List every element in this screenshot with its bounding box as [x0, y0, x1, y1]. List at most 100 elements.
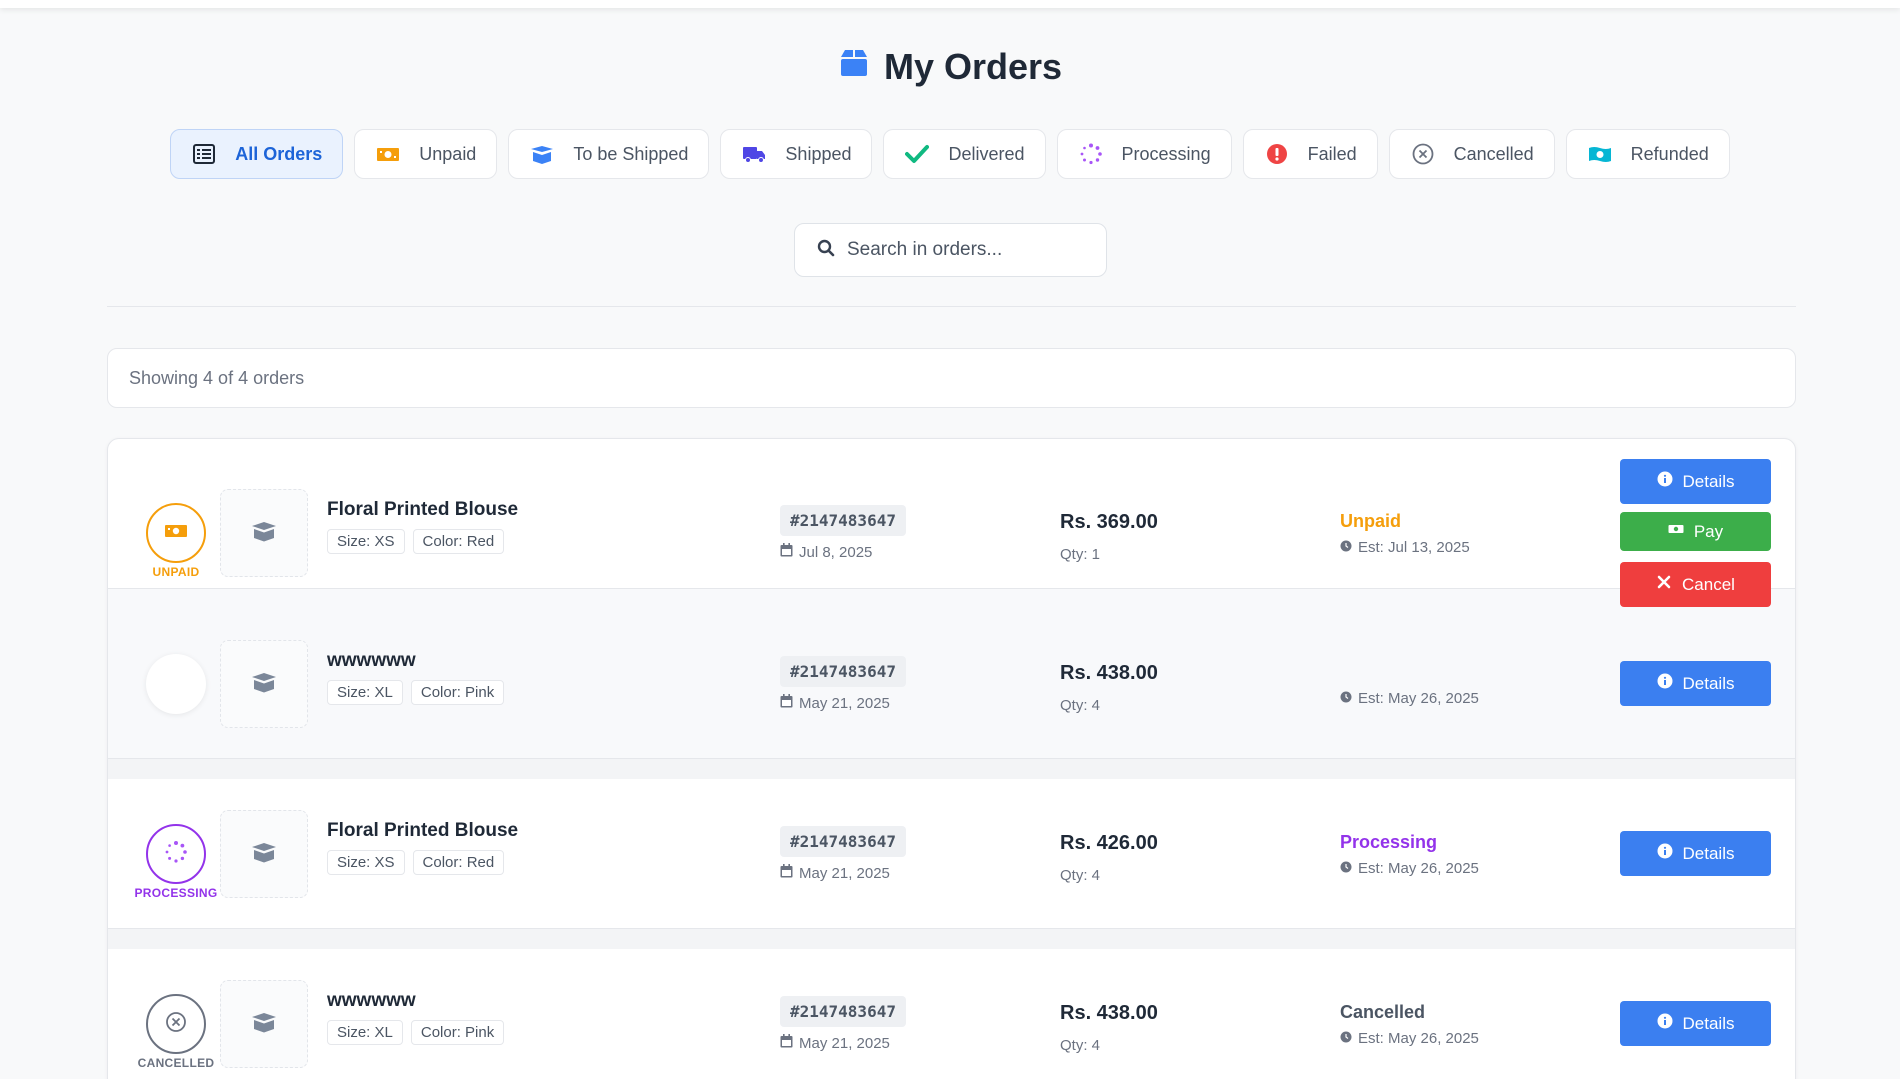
- box-open-icon: [250, 840, 278, 869]
- pay-button[interactable]: Pay: [1620, 512, 1771, 551]
- product-name[interactable]: Floral Printed Blouse: [327, 499, 518, 521]
- estimated-delivery-text: Est: May 26, 2025: [1358, 860, 1479, 877]
- status-tabs: All Orders Unpaid To be Shipped Shipped …: [0, 129, 1900, 179]
- money-bill-wave-icon: [1587, 143, 1613, 165]
- estimated-delivery: Est: May 26, 2025: [1340, 1030, 1479, 1047]
- details-button[interactable]: Details: [1620, 661, 1771, 706]
- details-button[interactable]: Details: [1620, 459, 1771, 504]
- status-circle: [146, 654, 206, 714]
- tab-to-be-shipped[interactable]: To be Shipped: [508, 129, 710, 179]
- order-status: Processing: [1340, 832, 1438, 852]
- truck-icon: [741, 143, 767, 165]
- calendar-icon: [780, 543, 793, 561]
- order-row: CANCELLED wwwwww Size: XL Color: Pink #2…: [108, 949, 1795, 1079]
- details-button[interactable]: Details: [1620, 1001, 1771, 1046]
- cancel-button-label: Cancel: [1682, 574, 1735, 594]
- tab-failed[interactable]: Failed: [1242, 129, 1378, 179]
- clock-icon: [1340, 860, 1352, 877]
- page-title-text: My Orders: [883, 46, 1063, 87]
- tab-refunded[interactable]: Refunded: [1565, 129, 1730, 179]
- tab-all-orders[interactable]: All Orders: [170, 129, 344, 179]
- status-circle: [146, 994, 206, 1054]
- page-title: My Orders: [0, 46, 1900, 88]
- order-row: PROCESSING Floral Printed Blouse Size: X…: [108, 779, 1795, 929]
- check-icon: [904, 143, 930, 165]
- tab-label: Cancelled: [1453, 143, 1534, 164]
- spinner-icon: [1078, 143, 1104, 165]
- status-badge: UNPAID: [146, 503, 206, 579]
- tab-processing[interactable]: Processing: [1056, 129, 1232, 179]
- details-button[interactable]: Details: [1620, 831, 1771, 876]
- estimated-delivery-text: Est: Jul 13, 2025: [1358, 539, 1470, 556]
- box-open-icon: [250, 1010, 278, 1039]
- color-tag: Color: Red: [412, 850, 505, 875]
- clock-icon: [1340, 690, 1352, 707]
- product-thumbnail: [220, 810, 308, 898]
- order-date-text: May 21, 2025: [799, 694, 890, 712]
- order-row: wwwwww Size: XL Color: Pink #2147483647 …: [108, 589, 1795, 759]
- product-name[interactable]: wwwwww: [327, 650, 416, 672]
- search-icon: [817, 239, 835, 262]
- clock-icon: [1340, 1030, 1352, 1047]
- product-name[interactable]: Floral Printed Blouse: [327, 820, 518, 842]
- tab-label: Processing: [1121, 143, 1211, 164]
- order-id: #2147483647: [780, 826, 906, 857]
- box-open-icon: [250, 519, 278, 548]
- tab-unpaid[interactable]: Unpaid: [354, 129, 498, 179]
- product-attributes: Size: XL Color: Pink: [327, 680, 505, 705]
- clock-icon: [1340, 539, 1352, 556]
- color-tag: Color: Red: [412, 529, 505, 554]
- estimated-delivery: Est: May 26, 2025: [1340, 690, 1479, 707]
- status-badge: PROCESSING: [134, 824, 217, 900]
- orders-list: UNPAID Floral Printed Blouse Size: XS Co…: [107, 438, 1796, 1079]
- order-date-text: May 21, 2025: [799, 864, 890, 882]
- tab-label: Refunded: [1630, 143, 1709, 164]
- order-row: UNPAID Floral Printed Blouse Size: XS Co…: [108, 439, 1795, 589]
- order-price: Rs. 438.00: [1060, 1002, 1158, 1024]
- spinner-icon: [163, 839, 189, 870]
- search-box: [794, 223, 1107, 277]
- order-date: May 21, 2025: [780, 694, 890, 712]
- money-bill-icon: [375, 143, 401, 165]
- size-tag: Size: XL: [327, 1020, 403, 1045]
- product-thumbnail: [220, 640, 308, 728]
- orders-count-text: Showing 4 of 4 orders: [129, 367, 305, 388]
- box-icon: [838, 46, 870, 88]
- order-price: Rs. 369.00: [1060, 511, 1158, 533]
- row-spacer: [108, 759, 1795, 779]
- order-qty: Qty: 4: [1060, 1037, 1101, 1054]
- close-icon: [1656, 574, 1672, 595]
- size-tag: Size: XS: [327, 850, 405, 875]
- order-date-text: Jul 8, 2025: [799, 543, 873, 561]
- color-tag: Color: Pink: [410, 680, 505, 705]
- product-thumbnail: [220, 980, 308, 1068]
- box-open-icon: [529, 143, 555, 165]
- cancel-button[interactable]: Cancel: [1620, 562, 1771, 607]
- size-tag: Size: XL: [327, 680, 403, 705]
- tab-label: Shipped: [785, 143, 852, 164]
- order-id: #2147483647: [780, 505, 906, 536]
- color-tag: Color: Pink: [410, 1020, 505, 1045]
- info-circle-icon: [1657, 1013, 1673, 1034]
- details-button-label: Details: [1682, 1013, 1735, 1033]
- status-badge: [146, 654, 206, 714]
- order-status: Cancelled: [1340, 1002, 1426, 1022]
- status-badge: CANCELLED: [138, 994, 214, 1070]
- product-name[interactable]: wwwwww: [327, 990, 416, 1012]
- tab-cancelled[interactable]: Cancelled: [1388, 129, 1555, 179]
- order-status: Unpaid: [1340, 511, 1401, 531]
- info-circle-icon: [1657, 471, 1673, 492]
- order-price: Rs. 426.00: [1060, 832, 1158, 854]
- calendar-icon: [780, 1034, 793, 1052]
- info-circle-icon: [1657, 843, 1673, 864]
- search-input[interactable]: [847, 239, 1087, 261]
- money-bill-icon: [1668, 521, 1684, 542]
- tab-label: Failed: [1307, 143, 1357, 164]
- times-circle-icon: [1410, 143, 1436, 165]
- details-button-label: Details: [1682, 471, 1735, 491]
- calendar-icon: [780, 694, 793, 712]
- order-date: May 21, 2025: [780, 864, 890, 882]
- tab-delivered[interactable]: Delivered: [883, 129, 1046, 179]
- tab-shipped[interactable]: Shipped: [720, 129, 873, 179]
- estimated-delivery: Est: May 26, 2025: [1340, 860, 1479, 877]
